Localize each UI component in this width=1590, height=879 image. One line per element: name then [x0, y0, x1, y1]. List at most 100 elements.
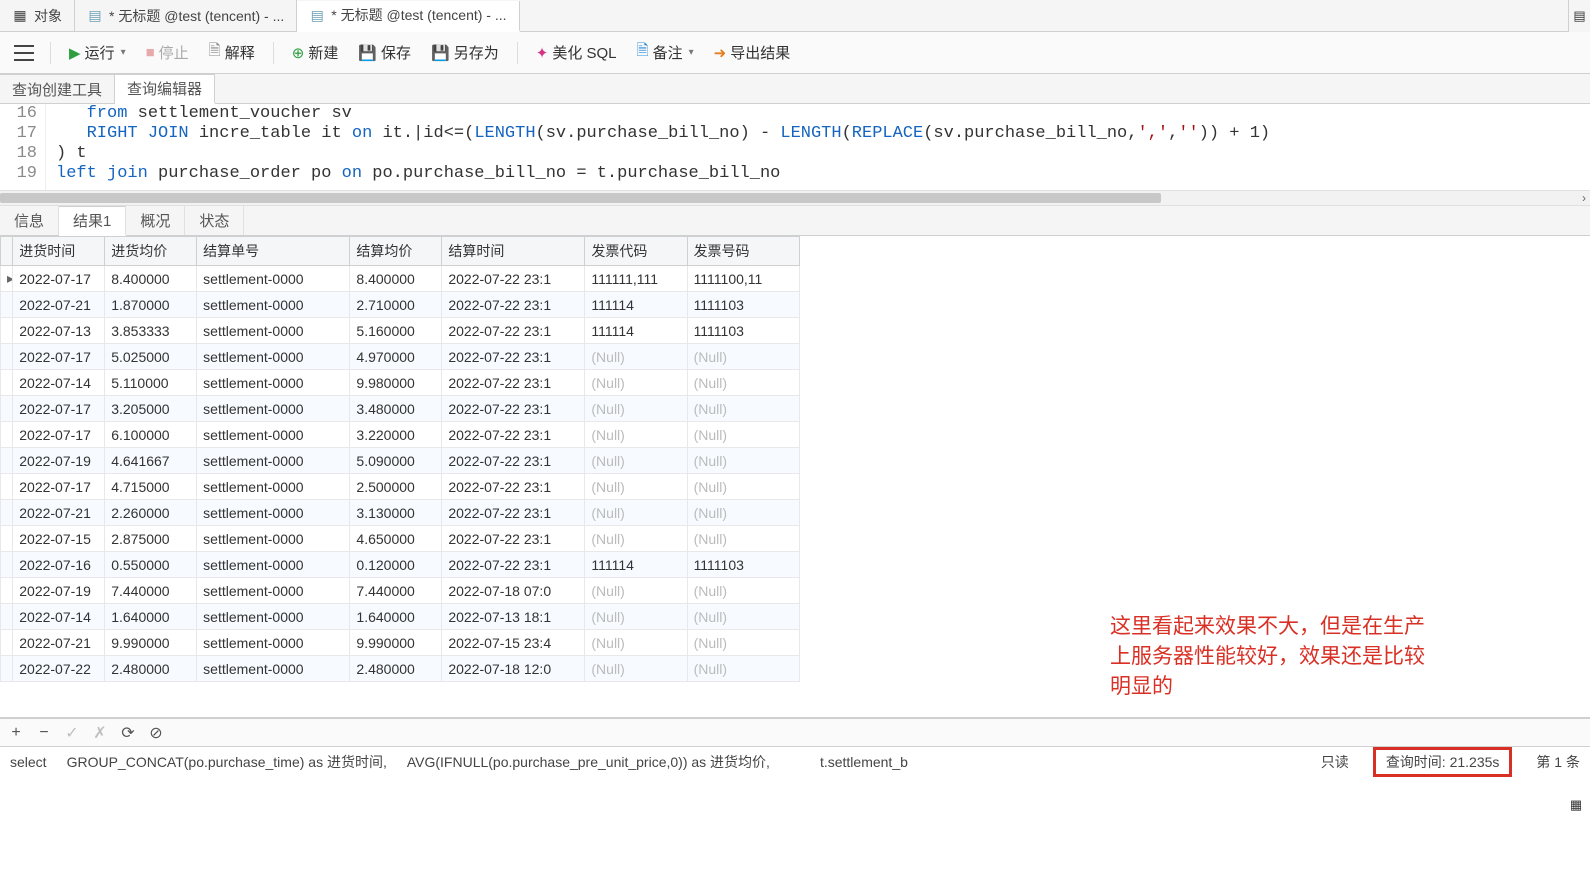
- table-cell[interactable]: 3.220000: [350, 422, 442, 448]
- beautify-button[interactable]: ✦ 美化 SQL: [528, 38, 625, 67]
- table-cell[interactable]: (Null): [687, 396, 799, 422]
- table-cell[interactable]: (Null): [687, 578, 799, 604]
- table-cell[interactable]: 2022-07-22 23:1: [442, 370, 585, 396]
- table-cell[interactable]: (Null): [687, 448, 799, 474]
- table-cell[interactable]: 1.640000: [350, 604, 442, 630]
- table-cell[interactable]: 2022-07-17: [13, 474, 105, 500]
- table-cell[interactable]: settlement-0000: [197, 552, 350, 578]
- table-cell[interactable]: 9.990000: [105, 630, 197, 656]
- table-cell[interactable]: (Null): [687, 630, 799, 656]
- horizontal-scrollbar[interactable]: ›: [0, 190, 1590, 206]
- table-cell[interactable]: 5.110000: [105, 370, 197, 396]
- scroll-right-arrow-icon[interactable]: ›: [1582, 191, 1586, 205]
- table-cell[interactable]: (Null): [585, 370, 687, 396]
- table-cell[interactable]: 4.641667: [105, 448, 197, 474]
- table-cell[interactable]: 4.970000: [350, 344, 442, 370]
- table-cell[interactable]: 2022-07-17: [13, 422, 105, 448]
- table-cell[interactable]: 2022-07-15 23:4: [442, 630, 585, 656]
- table-cell[interactable]: settlement-0000: [197, 474, 350, 500]
- table-cell[interactable]: settlement-0000: [197, 656, 350, 682]
- tab-query-editor[interactable]: 查询编辑器: [115, 74, 215, 104]
- table-cell[interactable]: settlement-0000: [197, 318, 350, 344]
- table-cell[interactable]: 2.500000: [350, 474, 442, 500]
- notes-button[interactable]: 🗎 备注 ▾: [629, 36, 702, 69]
- top-tab-query-2[interactable]: ▤ * 无标题 @test (tencent) - ...: [297, 1, 519, 32]
- table-cell[interactable]: (Null): [585, 474, 687, 500]
- table-cell[interactable]: 1111103: [687, 292, 799, 318]
- run-button[interactable]: ▶ 运行 ▾: [61, 38, 134, 67]
- sql-editor[interactable]: 16171819 from settlement_voucher sv RIGH…: [0, 104, 1590, 190]
- export-button[interactable]: ➜ 导出结果: [706, 38, 799, 67]
- table-cell[interactable]: 111114: [585, 292, 687, 318]
- table-cell[interactable]: 4.715000: [105, 474, 197, 500]
- table-row[interactable]: 2022-07-145.110000settlement-00009.98000…: [1, 370, 800, 396]
- table-cell[interactable]: 7.440000: [105, 578, 197, 604]
- table-cell[interactable]: 2022-07-22 23:1: [442, 448, 585, 474]
- table-cell[interactable]: settlement-0000: [197, 500, 350, 526]
- table-cell[interactable]: 2022-07-22 23:1: [442, 422, 585, 448]
- table-cell[interactable]: settlement-0000: [197, 448, 350, 474]
- table-cell[interactable]: 4.650000: [350, 526, 442, 552]
- table-row[interactable]: 2022-07-141.640000settlement-00001.64000…: [1, 604, 800, 630]
- table-row[interactable]: 2022-07-219.990000settlement-00009.99000…: [1, 630, 800, 656]
- table-cell[interactable]: (Null): [687, 474, 799, 500]
- table-cell[interactable]: 2022-07-18 07:0: [442, 578, 585, 604]
- table-cell[interactable]: 2.480000: [105, 656, 197, 682]
- save-button[interactable]: 💾 保存: [350, 38, 419, 67]
- table-cell[interactable]: settlement-0000: [197, 396, 350, 422]
- table-cell[interactable]: 3.205000: [105, 396, 197, 422]
- stop-fetch-button[interactable]: ⊘: [146, 723, 166, 743]
- table-cell[interactable]: (Null): [585, 500, 687, 526]
- table-cell[interactable]: 2022-07-18 12:0: [442, 656, 585, 682]
- add-row-button[interactable]: +: [6, 724, 26, 742]
- column-header[interactable]: 结算时间: [442, 237, 585, 266]
- sql-code[interactable]: from settlement_voucher sv RIGHT JOIN in…: [46, 104, 1590, 190]
- table-row[interactable]: 2022-07-160.550000settlement-00000.12000…: [1, 552, 800, 578]
- table-row[interactable]: 2022-07-152.875000settlement-00004.65000…: [1, 526, 800, 552]
- table-cell[interactable]: 111114: [585, 318, 687, 344]
- table-cell[interactable]: 5.025000: [105, 344, 197, 370]
- tab-overview[interactable]: 概况: [126, 206, 185, 235]
- table-cell[interactable]: 1.870000: [105, 292, 197, 318]
- table-cell[interactable]: settlement-0000: [197, 370, 350, 396]
- top-tab-objects[interactable]: ▦ 对象: [0, 0, 75, 31]
- table-cell[interactable]: 2022-07-17: [13, 396, 105, 422]
- column-header[interactable]: 进货均价: [105, 237, 197, 266]
- table-cell[interactable]: settlement-0000: [197, 344, 350, 370]
- table-cell[interactable]: 0.120000: [350, 552, 442, 578]
- table-cell[interactable]: (Null): [585, 344, 687, 370]
- table-cell[interactable]: 0.550000: [105, 552, 197, 578]
- table-cell[interactable]: 1111103: [687, 552, 799, 578]
- table-cell[interactable]: 9.980000: [350, 370, 442, 396]
- table-cell[interactable]: 2022-07-22 23:1: [442, 396, 585, 422]
- table-cell[interactable]: 2022-07-22 23:1: [442, 500, 585, 526]
- table-cell[interactable]: (Null): [585, 396, 687, 422]
- table-cell[interactable]: 8.400000: [105, 266, 197, 292]
- table-cell[interactable]: 1111103: [687, 318, 799, 344]
- table-cell[interactable]: settlement-0000: [197, 630, 350, 656]
- table-cell[interactable]: 2022-07-17: [13, 344, 105, 370]
- table-cell[interactable]: (Null): [585, 656, 687, 682]
- table-cell[interactable]: (Null): [585, 578, 687, 604]
- table-cell[interactable]: (Null): [585, 604, 687, 630]
- table-cell[interactable]: 2.875000: [105, 526, 197, 552]
- table-row[interactable]: 2022-07-176.100000settlement-00003.22000…: [1, 422, 800, 448]
- save-as-button[interactable]: 💾 另存为: [423, 38, 507, 67]
- scrollbar-thumb[interactable]: [0, 193, 1161, 203]
- table-cell[interactable]: 2022-07-22 23:1: [442, 344, 585, 370]
- table-cell[interactable]: 2022-07-22 23:1: [442, 552, 585, 578]
- table-cell[interactable]: (Null): [687, 500, 799, 526]
- table-cell[interactable]: 2022-07-22 23:1: [442, 292, 585, 318]
- top-tab-query-1[interactable]: ▤ * 无标题 @test (tencent) - ...: [75, 0, 297, 31]
- hamburger-menu-icon[interactable]: [8, 37, 40, 69]
- table-cell[interactable]: 2022-07-22 23:1: [442, 318, 585, 344]
- table-row[interactable]: ▸2022-07-178.400000settlement-00008.4000…: [1, 266, 800, 292]
- table-cell[interactable]: 2022-07-15: [13, 526, 105, 552]
- tab-query-builder[interactable]: 查询创建工具: [0, 74, 115, 103]
- column-header[interactable]: 发票代码: [585, 237, 687, 266]
- table-cell[interactable]: 2022-07-14: [13, 370, 105, 396]
- tab-result1[interactable]: 结果1: [59, 206, 126, 236]
- column-header[interactable]: 结算单号: [197, 237, 350, 266]
- table-cell[interactable]: 5.090000: [350, 448, 442, 474]
- table-cell[interactable]: (Null): [687, 656, 799, 682]
